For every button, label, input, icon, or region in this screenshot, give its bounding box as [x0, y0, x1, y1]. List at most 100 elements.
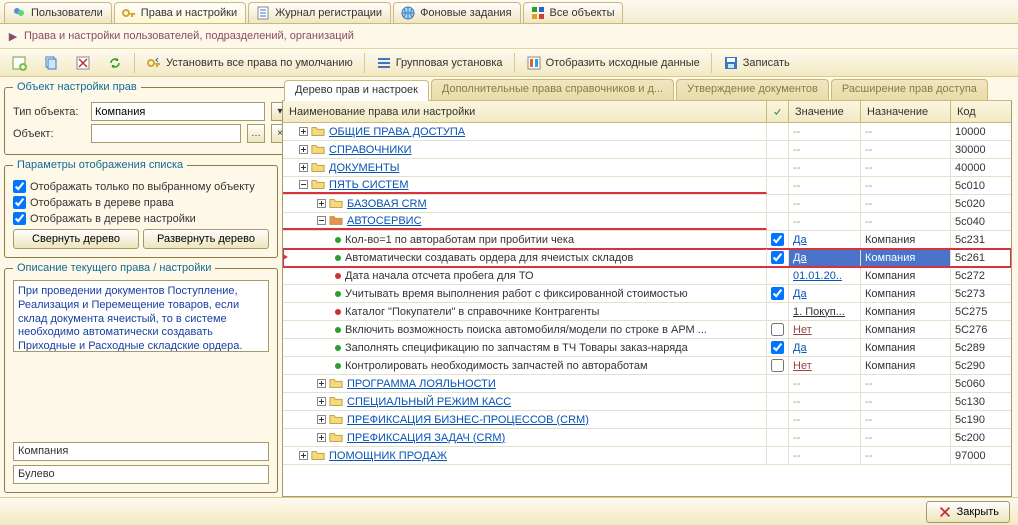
table-row[interactable]: ПЯТЬ СИСТЕМ----5с010	[283, 177, 1011, 195]
table-row[interactable]: ПОМОЩНИК ПРОДАЖ----97000	[283, 447, 1011, 465]
table-row[interactable]: ОБЩИЕ ПРАВА ДОСТУПА----10000	[283, 123, 1011, 141]
row-label: Кол-во=1 по авторaботам при пробитии чек…	[345, 234, 574, 246]
toolbar-delete[interactable]	[68, 52, 98, 74]
type-field[interactable]	[91, 102, 265, 121]
table-row[interactable]: Учитывать время выполнения работ с фикси…	[283, 285, 1011, 303]
expand-icon[interactable]	[315, 433, 327, 442]
inner-tab-tree[interactable]: Дерево прав и настроек	[284, 80, 429, 101]
chk-rights-tree[interactable]	[13, 196, 26, 209]
value-text: Да	[793, 234, 807, 246]
row-label[interactable]: ОБЩИЕ ПРАВА ДОСТУПА	[329, 126, 465, 138]
value-checkbox[interactable]	[771, 233, 784, 246]
inner-tab-approve[interactable]: Утверждение документов	[676, 79, 829, 100]
table-row[interactable]: Включить возможность поиска автомобиля/м…	[283, 321, 1011, 339]
row-label[interactable]: ПРЕФИКСАЦИЯ БИЗНЕС-ПРОЦЕССОВ (CRM)	[347, 414, 589, 426]
row-label[interactable]: АВТОСЕРВИС	[347, 215, 422, 227]
row-label[interactable]: ПЯТЬ СИСТЕМ	[329, 179, 409, 191]
table-row[interactable]: БАЗОВАЯ CRM----5с020	[283, 195, 1011, 213]
tab-journal[interactable]: Журнал регистрации	[248, 2, 391, 23]
table-row[interactable]: ПРЕФИКСАЦИЯ ЗАДАЧ (CRM)----5с200	[283, 429, 1011, 447]
expand-icon[interactable]	[315, 415, 327, 424]
object-select-button[interactable]: …	[247, 124, 265, 143]
collapse-icon[interactable]	[315, 216, 327, 225]
code-text: 5с261	[955, 252, 985, 264]
cell-value[interactable]: Да	[789, 339, 861, 356]
row-label[interactable]: БАЗОВАЯ CRM	[347, 198, 427, 210]
cell-name: Дата начала отсчета пробега для ТО	[283, 267, 767, 284]
toolbar-copy[interactable]	[36, 52, 66, 74]
cell-assign: Компания	[861, 231, 951, 248]
cell-value[interactable]: Да	[789, 231, 861, 248]
toolbar-refresh[interactable]	[100, 52, 130, 74]
toolbar-save[interactable]: Записать	[716, 52, 797, 74]
value-checkbox[interactable]	[771, 323, 784, 336]
table-row[interactable]: Каталог "Покупатели" в справочнике Контр…	[283, 303, 1011, 321]
col-name[interactable]: Наименование права или настройки	[283, 101, 767, 122]
col-value[interactable]: Значение	[789, 101, 861, 122]
cell-value[interactable]: 01.01.20..	[789, 267, 861, 284]
table-row[interactable]: Автоматически создавать ордера для ячеис…	[283, 249, 1011, 267]
code-text: 5с190	[955, 414, 985, 426]
object-field[interactable]	[91, 124, 241, 143]
table-row[interactable]: Кол-во=1 по авторaботам при пробитии чек…	[283, 231, 1011, 249]
table-row[interactable]: СПЕЦИАЛЬНЫЙ РЕЖИМ КАСС----5с130	[283, 393, 1011, 411]
table-row[interactable]: ПРОГРАММА ЛОЯЛЬНОСТИ----5с060	[283, 375, 1011, 393]
value-checkbox[interactable]	[771, 359, 784, 372]
expand-icon[interactable]	[297, 127, 309, 136]
code-text: 5с010	[955, 180, 985, 192]
value-checkbox[interactable]	[771, 251, 784, 264]
table-row[interactable]: Заполнять спецификацию по запчастям в ТЧ…	[283, 339, 1011, 357]
value-checkbox[interactable]	[771, 287, 784, 300]
tab-rights[interactable]: Права и настройки	[114, 2, 246, 23]
close-button[interactable]: Закрыть	[926, 501, 1010, 523]
row-label[interactable]: ДОКУМЕНТЫ	[329, 162, 399, 174]
col-check[interactable]	[767, 101, 789, 122]
row-label[interactable]: ПРОГРАММА ЛОЯЛЬНОСТИ	[347, 378, 496, 390]
col-assign[interactable]: Назначение	[861, 101, 951, 122]
cell-value: --	[789, 393, 861, 410]
cell-value[interactable]: Нет	[789, 357, 861, 374]
toolbar-set-default[interactable]: Установить все права по умолчанию	[139, 52, 360, 74]
journal-icon	[255, 5, 271, 21]
table-row[interactable]: ДОКУМЕНТЫ----40000	[283, 159, 1011, 177]
row-label: Контролировать необходимость запчастей п…	[345, 360, 648, 372]
assign-text: Компания	[865, 324, 915, 336]
cell-value[interactable]: 1. Покуп...	[789, 303, 861, 320]
tab-users[interactable]: Пользователи	[4, 2, 112, 23]
expand-icon[interactable]	[297, 451, 309, 460]
code-text: 5с060	[955, 378, 985, 390]
expand-icon[interactable]	[315, 199, 327, 208]
toolbar-show-source[interactable]: Отобразить исходные данные	[519, 52, 707, 74]
collapse-tree-button[interactable]: Свернуть дерево	[13, 229, 139, 249]
value-checkbox[interactable]	[771, 341, 784, 354]
expand-tree-button[interactable]: Развернуть дерево	[143, 229, 269, 249]
cell-checkbox	[767, 321, 789, 338]
expand-icon[interactable]	[315, 379, 327, 388]
collapse-icon[interactable]	[297, 180, 309, 189]
expand-icon[interactable]	[297, 145, 309, 154]
row-label[interactable]: СПРАВОЧНИКИ	[329, 144, 412, 156]
chk-settings-tree[interactable]	[13, 212, 26, 225]
tab-bg-jobs[interactable]: Фоновые задания	[393, 2, 520, 23]
inner-tab-ext[interactable]: Расширение прав доступа	[831, 79, 988, 100]
cell-value[interactable]: Да	[789, 249, 861, 266]
col-code[interactable]: Код	[951, 101, 1011, 122]
table-row[interactable]: Контролировать необходимость запчастей п…	[283, 357, 1011, 375]
table-row[interactable]: СПРАВОЧНИКИ----30000	[283, 141, 1011, 159]
expand-icon[interactable]	[315, 397, 327, 406]
toolbar-add[interactable]	[4, 52, 34, 74]
row-label[interactable]: ПОМОЩНИК ПРОДАЖ	[329, 450, 447, 462]
table-row[interactable]: Дата начала отсчета пробега для ТО 01.01.…	[283, 267, 1011, 285]
toolbar-group-set[interactable]: Групповая установка	[369, 52, 510, 74]
expand-icon[interactable]	[297, 163, 309, 172]
row-label[interactable]: СПЕЦИАЛЬНЫЙ РЕЖИМ КАСС	[347, 396, 511, 408]
inner-tab-extra[interactable]: Дополнительные права справочников и д...	[431, 79, 674, 100]
row-label[interactable]: ПРЕФИКСАЦИЯ ЗАДАЧ (CRM)	[347, 432, 505, 444]
table-row[interactable]: АВТОСЕРВИС----5с040	[283, 213, 1011, 231]
table-row[interactable]: ПРЕФИКСАЦИЯ БИЗНЕС-ПРОЦЕССОВ (CRM)----5с…	[283, 411, 1011, 429]
cell-value[interactable]: Да	[789, 285, 861, 302]
chk-by-object[interactable]	[13, 180, 26, 193]
tab-all-objects[interactable]: Все объекты	[523, 2, 624, 23]
grid-body[interactable]: ОБЩИЕ ПРАВА ДОСТУПА----10000 СПРАВОЧНИКИ…	[283, 123, 1011, 496]
cell-value[interactable]: Нет	[789, 321, 861, 338]
